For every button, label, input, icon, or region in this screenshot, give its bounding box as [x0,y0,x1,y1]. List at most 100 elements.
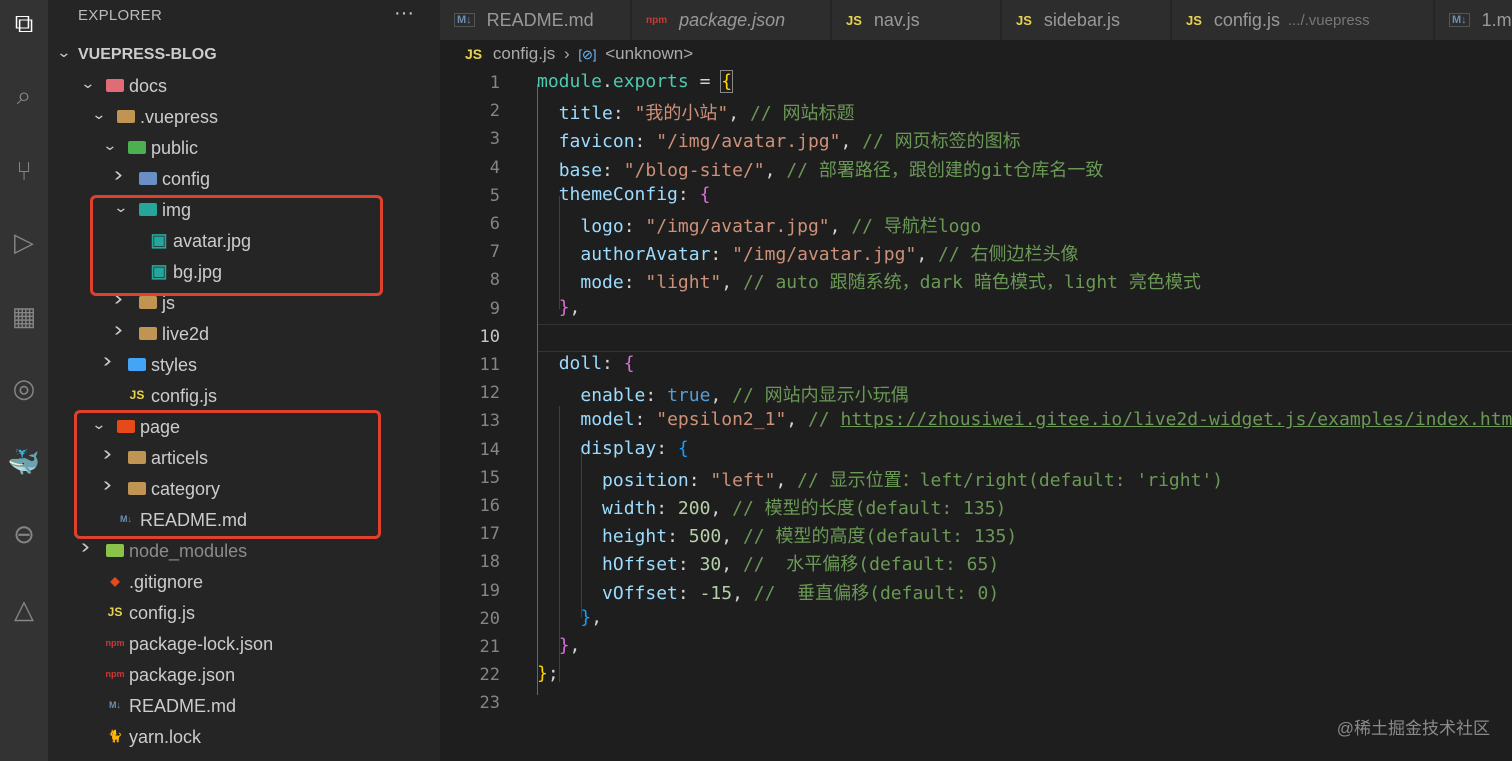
code-token: { [699,183,711,205]
line-number: 9 [489,298,500,319]
more-actions-button[interactable]: ··· [394,2,414,25]
remote-camera-icon[interactable]: ◎ [0,364,48,412]
line-number: 14 [479,439,500,460]
tab-1-md[interactable]: M↓ 1.md [1435,0,1512,40]
breadcrumb-file[interactable]: config.js [493,44,555,63]
tab-label: 1.md [1481,9,1512,30]
code-token: // 模型的高度(default: 135) [742,526,1018,548]
code-token: true [667,385,711,407]
tree-item-live2d[interactable]: › live2d [48,319,440,350]
code-token: "light" [645,272,722,294]
code-token: 200 [677,498,711,519]
tree-item-public[interactable]: ⌄ public [48,133,440,164]
tree-item-config-js[interactable]: JS config.js [48,381,440,412]
code-token: // 模型的长度(default: 135) [732,498,1007,519]
tree-item-config[interactable]: › config [48,164,440,195]
code-token: // 部署路径，跟创建的git仓库名一致 [786,159,1104,181]
breadcrumb-symbol[interactable]: <unknown> [605,44,693,63]
code-token: : [634,409,657,431]
highlight-box-page [74,410,381,539]
code-token: } [537,663,548,685]
code-line: favicon: "/img/avatar.jpg", // 网页标签的图标 [537,127,1021,153]
code-token: // 右侧边栏头像 [938,244,1079,266]
line-number: 7 [489,242,500,263]
code-token: = [688,71,722,92]
tree-item-styles[interactable]: › styles [48,350,440,381]
code-token: , [829,216,852,237]
code-token: "/img/avatar.jpg" [656,131,841,153]
code-token: , [569,296,581,318]
tree-item-node-modules[interactable]: › node_modules [48,536,440,567]
code-token: , [569,635,581,656]
tab-label: package.json [679,9,786,30]
code-token: enable [580,385,646,407]
line-number: 16 [479,496,500,516]
code-line: }, [537,296,581,318]
tab-label: nav.js [873,9,920,30]
tree-item-package-json[interactable]: npm package.json [48,660,440,691]
docker-icon[interactable]: 🐳 [0,438,48,486]
run-debug-icon[interactable]: ▷ [0,218,48,266]
tree-item-readme-md[interactable]: M↓ README.md [48,691,440,722]
tree-item-vuepress[interactable]: ⌄ .vuepress [48,102,440,133]
code-token: // 网站内显示小玩偶 [732,385,909,407]
code-token: , [721,554,743,576]
source-control-icon[interactable]: ⑂ [0,147,48,195]
chevron-down-icon: ⌄ [56,44,72,60]
code-token: , [710,385,733,407]
markdown-file-icon: M↓ [109,700,121,710]
tab-nav-js[interactable]: JS nav.js [832,0,1001,40]
tab-sidebar-js[interactable]: JS sidebar.js [1002,0,1171,40]
code-token: favicon [558,131,635,153]
tree-item-package-lock-json[interactable]: npm package-lock.json [48,629,440,660]
search-icon[interactable]: ⌕ [0,72,48,120]
code-token: , [710,498,733,519]
line-number: 8 [489,270,500,291]
tab-package-json[interactable]: npm package.json [632,0,831,40]
code-token: module [537,71,603,92]
code-token: // 网页标签的图标 [862,131,1021,153]
code-token: , [775,469,798,491]
chevron-down-icon: ⌄ [91,106,107,122]
line-number: 15 [479,467,500,488]
code-line: themeConfig: { [537,183,711,205]
git-file-icon: ◆ [110,574,120,588]
code-line: authorAvatar: "/img/avatar.jpg", // 右侧边栏… [537,240,1079,266]
code-line: doll: { [537,353,635,374]
code-token: ; [547,663,559,685]
tab-config-js[interactable]: JS config.js .../.vuepress [1172,0,1434,40]
code-line: }, [537,635,581,656]
line-number: 11 [479,355,500,375]
code-token: exports [612,71,689,92]
code-line: module.exports = { [537,70,734,93]
timeline-icon[interactable]: ⊖ [0,510,48,558]
code-token: , [721,526,743,548]
tree-item-config-js[interactable]: JS config.js [48,598,440,629]
tree-item-yarn-lock[interactable]: 🐈 yarn.lock [48,722,440,753]
code-token: 30 [699,554,722,576]
files-icon[interactable]: ⧉ [0,0,48,48]
chevron-down-icon: ⌄ [102,137,118,153]
activity-bar: ⧉ ⌕ ⑂ ▷ ▦ ◎ 🐳 ⊖ △ [0,0,48,761]
code-token: : [645,385,668,407]
yarn-file-icon: 🐈 [107,729,123,743]
code-token: // auto 跟随系统，dark 暗色模式，light 亮色模式 [742,272,1201,294]
code-link[interactable]: https://zhousiwei.gitee.io/live2d-widget… [840,409,1512,430]
tab-README-md[interactable]: M↓ README.md [440,0,631,40]
line-number: 17 [479,524,500,545]
extensions-icon[interactable]: ▦ [0,292,48,340]
triangle-icon[interactable]: △ [0,585,48,633]
tree-item-docs[interactable]: ⌄ docs [48,71,440,102]
workspace-root[interactable]: ⌄ VUEPRESS-BLOG [48,40,440,71]
tree-item-gitignore[interactable]: ◆ .gitignore [48,567,440,598]
tab-label: README.md [486,9,594,30]
code-editor[interactable]: 1 module.exports = {2 title: "我的小站", // 网… [440,70,1512,761]
